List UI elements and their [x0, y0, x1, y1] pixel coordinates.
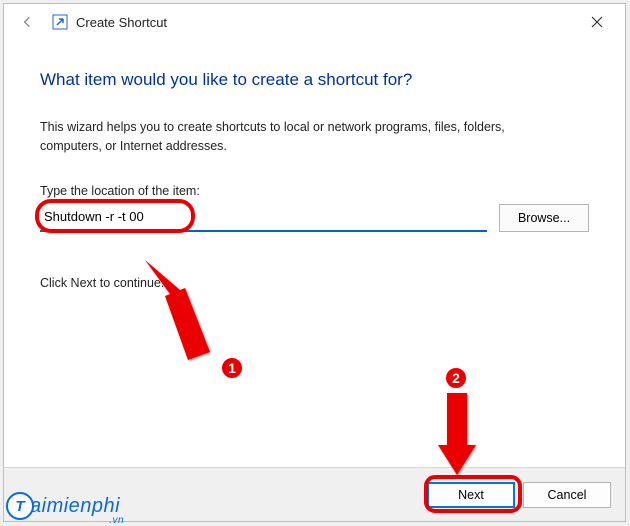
browse-button[interactable]: Browse...	[499, 204, 589, 232]
page-heading: What item would you like to create a sho…	[40, 70, 589, 90]
back-arrow-icon[interactable]	[16, 10, 40, 34]
location-row: Browse...	[40, 204, 589, 232]
wizard-footer: Next Cancel	[4, 467, 625, 521]
shortcut-icon	[52, 14, 68, 30]
next-button[interactable]: Next	[427, 482, 515, 508]
window-title: Create Shortcut	[76, 15, 167, 30]
location-input[interactable]	[40, 204, 487, 232]
wizard-window: Create Shortcut What item would you like…	[3, 3, 626, 522]
continue-hint: Click Next to continue.	[40, 276, 589, 290]
page-description: This wizard helps you to create shortcut…	[40, 118, 560, 156]
wizard-content: What item would you like to create a sho…	[4, 40, 625, 300]
titlebar: Create Shortcut	[4, 4, 625, 40]
cancel-button[interactable]: Cancel	[523, 482, 611, 508]
location-label: Type the location of the item:	[40, 184, 589, 198]
close-icon[interactable]	[577, 8, 617, 36]
